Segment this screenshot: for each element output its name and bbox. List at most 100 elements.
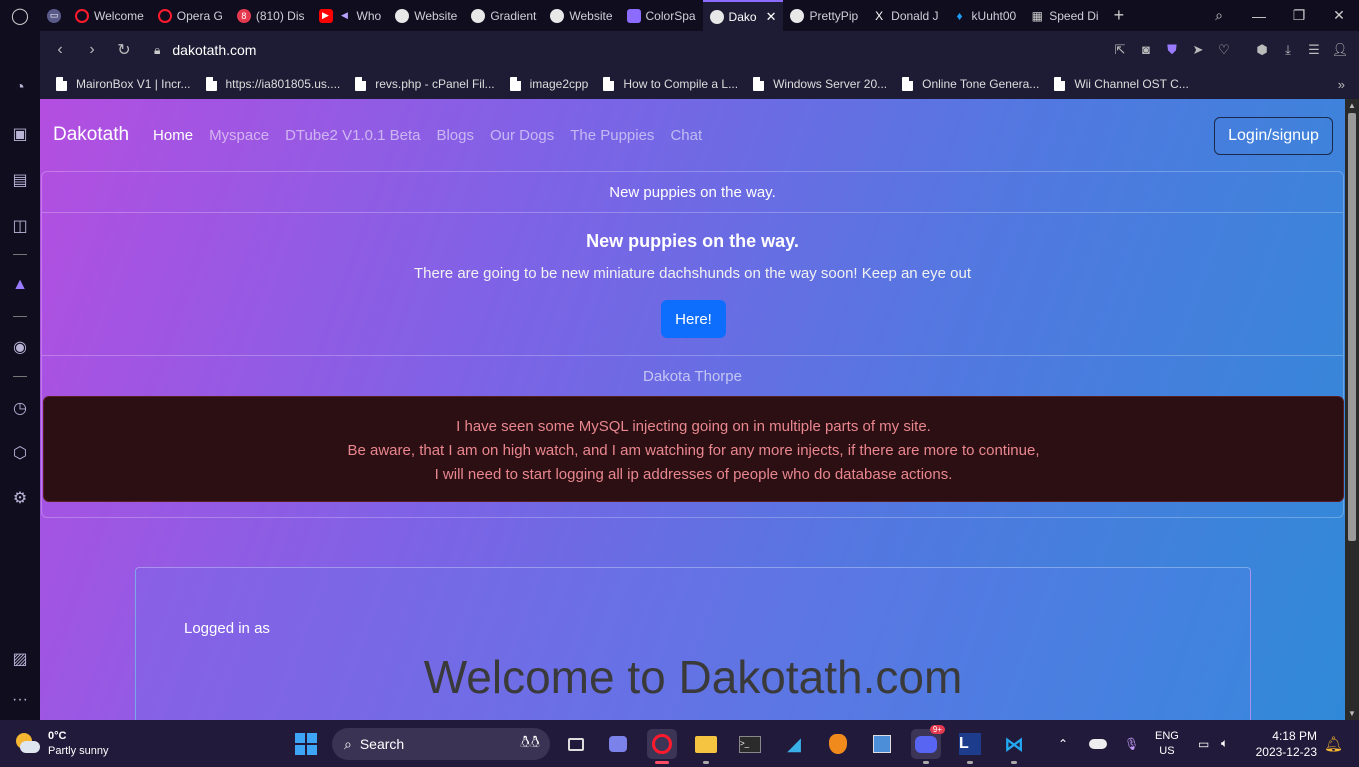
onedrive-icon[interactable] (1089, 720, 1107, 767)
easy-setup-icon[interactable]: ☰ (1301, 42, 1327, 58)
minimize-icon[interactable]: — (1239, 8, 1279, 24)
profile-icon[interactable]: 👤︎ (1327, 42, 1353, 58)
wallpaper-icon[interactable]: ▨ (0, 649, 40, 669)
extensions-icon[interactable]: ⬡ (0, 443, 40, 463)
lock-icon[interactable]: 🔒︎ (154, 43, 160, 58)
weather-widget[interactable]: 0°C Partly sunny (14, 729, 109, 759)
player-icon[interactable]: ◉ (0, 337, 40, 357)
close-tab-icon[interactable]: ✕ (766, 9, 777, 25)
tab-label: Speed Di (1049, 8, 1099, 23)
tray-overflow-icon[interactable]: ⌃ (1058, 720, 1068, 767)
nav-chat[interactable]: Chat (670, 127, 702, 144)
tab[interactable]: Opera G (151, 0, 230, 31)
nav-myspace[interactable]: Myspace (209, 127, 269, 144)
language-indicator[interactable]: ENG US (1155, 720, 1179, 767)
nav-home[interactable]: Home (153, 127, 193, 144)
discord-taskbar-icon[interactable]: 9+ (911, 725, 945, 764)
new-tab-icon[interactable]: + (1106, 5, 1133, 26)
vscode-icon[interactable]: ⋈ (999, 729, 1029, 764)
speaker-icon[interactable]: ◀ (338, 9, 352, 23)
document-icon (355, 77, 367, 91)
back-icon[interactable]: ‹ (44, 41, 76, 59)
settings-gear-icon[interactable]: ⚙ (0, 488, 40, 508)
vpn-shield-icon[interactable]: ⛊ (1159, 42, 1185, 58)
bookmark-item[interactable]: Wii Channel OST C... (1054, 77, 1189, 91)
bookmark-item[interactable]: revs.php - cPanel Fil... (355, 77, 495, 91)
download-icon[interactable]: ⤓ (1275, 42, 1301, 58)
scroll-up-icon[interactable]: ▲ (1345, 101, 1359, 110)
snapshot-icon[interactable]: ◙ (1133, 42, 1159, 58)
login-signup-button[interactable]: Login/signup (1214, 117, 1333, 155)
tab[interactable]: ▦ Speed Di (1023, 0, 1105, 31)
tab[interactable]: Gradient (464, 0, 543, 31)
bookmark-heart-icon[interactable]: ♡ (1211, 42, 1237, 58)
tab[interactable]: Website (543, 0, 619, 31)
nav-our-dogs[interactable]: Our Dogs (490, 127, 554, 144)
here-button[interactable]: Here! (661, 300, 726, 338)
url-field[interactable]: dakotath.com (172, 42, 256, 58)
tab[interactable]: ColorSpa (620, 0, 703, 31)
tab[interactable]: ▭ (40, 0, 68, 31)
nav-the-puppies[interactable]: The Puppies (570, 127, 654, 144)
reload-icon[interactable]: ↻ (108, 40, 140, 60)
tab[interactable]: Website (388, 0, 464, 31)
bookmark-label: Wii Channel OST C... (1074, 77, 1189, 91)
cpu-limiter-icon[interactable]: ◫ (0, 216, 40, 236)
tab[interactable]: ▶ ◀ Who (312, 0, 389, 31)
speedometer-icon[interactable]: ◔ (0, 79, 40, 97)
bookmark-item[interactable]: image2cpp (509, 77, 588, 91)
microphone-icon[interactable]: 🎙︎ (1124, 720, 1139, 767)
page-scrollbar[interactable]: ▲ ▼ (1345, 99, 1359, 720)
fl-studio-icon[interactable] (823, 729, 853, 759)
launcher-l-icon[interactable]: L (955, 729, 985, 764)
bookmark-item[interactable]: Online Tone Genera... (902, 77, 1039, 91)
terminal-icon[interactable]: >_ (735, 729, 765, 759)
bookmark-item[interactable]: MaironBox V1 | Incr... (56, 77, 191, 91)
taskbar-search[interactable]: ⌕ Search 🐧︎🐧︎ (332, 728, 550, 760)
page-viewport: Dakotath Home Myspace DTube2 V1.0.1 Beta… (40, 99, 1359, 720)
forward-icon[interactable]: › (76, 41, 108, 59)
cube-icon[interactable]: ⬢ (1249, 42, 1275, 58)
bookmark-item[interactable]: https://ia801805.us.... (205, 77, 340, 91)
task-view-icon[interactable] (561, 729, 591, 759)
partly-sunny-icon (14, 732, 40, 755)
aria-icon[interactable]: ▲ (0, 276, 40, 294)
opera-gx-taskbar-icon[interactable] (647, 729, 677, 764)
site-brand[interactable]: Dakotath (53, 124, 129, 146)
tab[interactable]: ♦ kUuht00 (946, 0, 1024, 31)
bookmarks-overflow-icon[interactable]: » (1338, 77, 1345, 92)
file-explorer-icon[interactable] (691, 729, 721, 764)
tab[interactable]: Welcome (68, 0, 151, 31)
network-icon[interactable]: ▭ (1198, 720, 1209, 767)
send-icon[interactable]: ➤ (1185, 42, 1211, 58)
tab-active[interactable]: Dako ✕ (702, 0, 784, 31)
scroll-down-icon[interactable]: ▼ (1345, 709, 1359, 718)
nav-dtube2[interactable]: DTube2 V1.0.1 Beta (285, 127, 420, 144)
restore-icon[interactable]: ❐ (1279, 7, 1319, 24)
opera-gx-logo-icon[interactable]: ◯ (0, 0, 40, 31)
tab[interactable]: PrettyPip (783, 0, 865, 31)
system-clock[interactable]: 4:18 PM 2023-12-23 (1256, 728, 1317, 760)
tab[interactable]: X Donald J (865, 0, 945, 31)
close-window-icon[interactable]: ✕ (1319, 7, 1359, 24)
search-tabs-icon[interactable]: ⌕ (1199, 7, 1239, 24)
briefcase-icon[interactable]: ▣ (0, 124, 40, 144)
share-icon[interactable]: ⇱ (1107, 42, 1133, 58)
bookmark-item[interactable]: How to Compile a L... (603, 77, 738, 91)
search-icon: ⌕ (344, 735, 352, 752)
network-tool-icon[interactable] (867, 729, 897, 759)
bookmark-item[interactable]: Windows Server 20... (753, 77, 887, 91)
tab[interactable]: 8 (810) Dis (230, 0, 312, 31)
scrollbar-thumb[interactable] (1348, 113, 1356, 541)
notification-bell-icon[interactable]: 🔔︎ (1324, 720, 1343, 767)
nav-blogs[interactable]: Blogs (436, 127, 474, 144)
bookmark-label: Windows Server 20... (773, 77, 888, 91)
document-icon (753, 77, 765, 91)
more-options-icon[interactable]: ··· (0, 691, 40, 709)
dolphin-icon[interactable]: ◢ (779, 729, 809, 759)
twitch-icon[interactable]: ▤ (0, 170, 40, 190)
start-button-icon[interactable] (295, 733, 317, 755)
history-icon[interactable]: ◷ (0, 398, 40, 418)
volume-icon[interactable]: 🔈︎ (1221, 720, 1228, 767)
teams-chat-icon[interactable] (603, 729, 633, 759)
